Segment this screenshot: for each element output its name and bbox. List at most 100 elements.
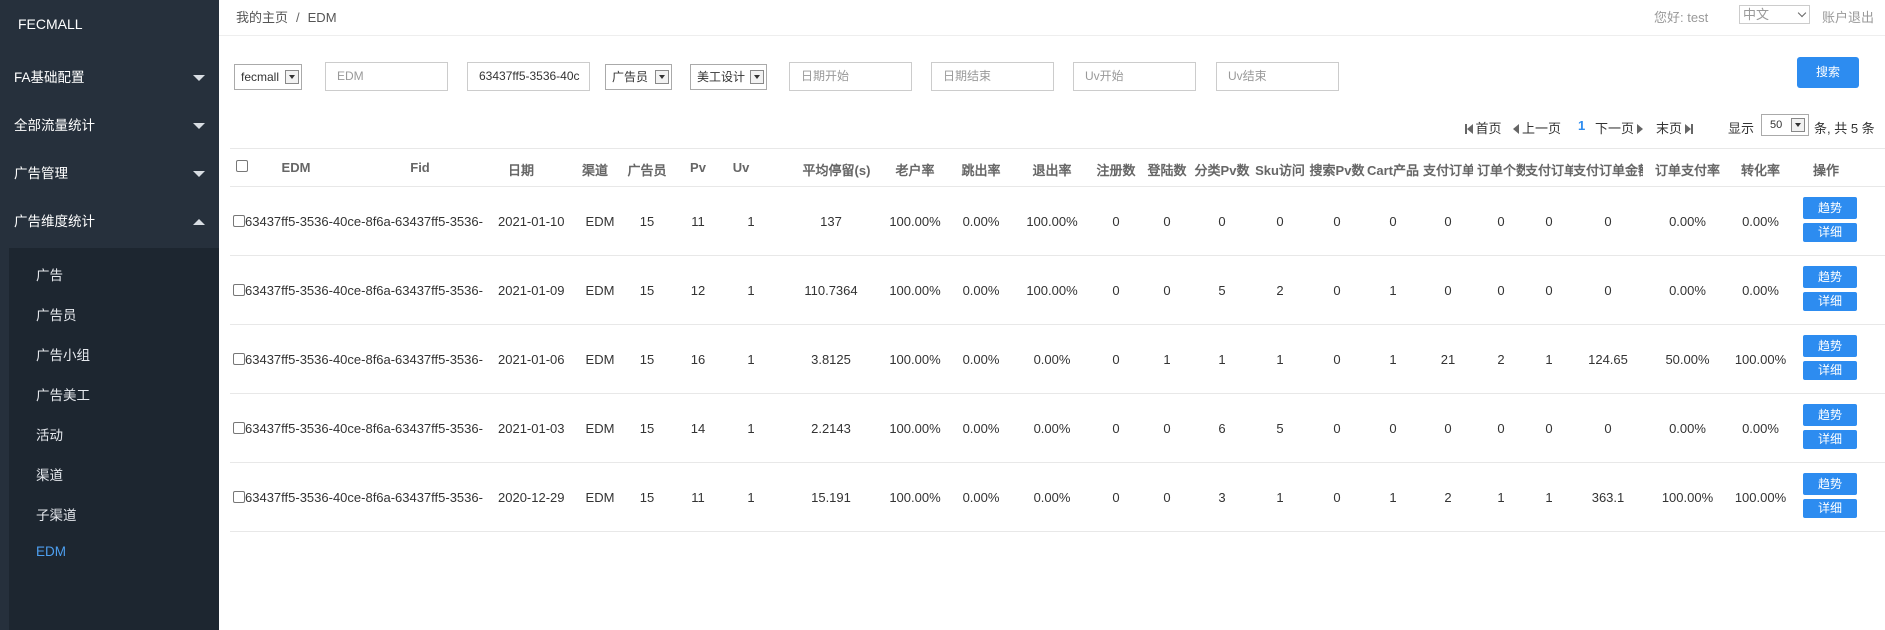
advertiser-select[interactable]: 广告员	[605, 64, 672, 90]
designer-select[interactable]: 美工设计	[690, 64, 767, 90]
row-checkbox[interactable]	[233, 491, 245, 503]
trend-button[interactable]: 趋势	[1803, 404, 1857, 426]
table-row: 63437ff5-3536-40ce-8f6a-9 63437ff5-3536- 2…	[230, 325, 1885, 394]
sidebar-item-advertiser[interactable]: 广告员	[36, 304, 77, 324]
date-start-input[interactable]: 日期开始	[789, 62, 912, 91]
cell-amount: 0	[1604, 214, 1612, 229]
cell-cart: 1	[1389, 490, 1397, 505]
sidebar-item-subchannel[interactable]: 子渠道	[36, 504, 77, 524]
cell-uv: 1	[747, 214, 755, 229]
page-size-select[interactable]: 50	[1761, 114, 1809, 136]
cell-old-rate: 100.00%	[889, 352, 941, 367]
column-header[interactable]: 搜索Pv数	[1309, 160, 1365, 179]
arrow-left-icon	[1513, 124, 1519, 134]
cell-amount: 363.1	[1591, 490, 1625, 505]
sidebar: FECMALL FA基础配置 全部流量统计 广告管理 广告维度统计 广告 广告员…	[0, 0, 219, 630]
date-end-input[interactable]: 日期结束	[931, 62, 1054, 91]
detail-button[interactable]: 详细	[1803, 361, 1857, 380]
cell-sku: 2	[1276, 283, 1284, 298]
fid-input[interactable]: 63437ff5-3536-40c	[467, 62, 590, 91]
cell-search-pv: 0	[1333, 214, 1341, 229]
trend-button[interactable]: 趋势	[1803, 335, 1857, 357]
column-header[interactable]: Sku访问	[1250, 160, 1310, 179]
menu-group-traffic-stats[interactable]: 全部流量统计	[0, 102, 219, 150]
column-header[interactable]: 平均停留(s)	[785, 160, 888, 179]
edm-input[interactable]: EDM	[325, 62, 448, 91]
cell-pv: 14	[690, 421, 706, 436]
cell-conv: 100.00%	[1734, 352, 1787, 367]
column-header[interactable]: 订单支付率	[1652, 160, 1723, 179]
column-header[interactable]: 支付订单金额	[1573, 160, 1643, 179]
uv-start-input[interactable]: Uv开始	[1073, 62, 1196, 91]
column-header[interactable]: 支付订单	[1423, 160, 1473, 179]
menu-group-ad-dimension-stats[interactable]: 广告维度统计	[0, 198, 219, 246]
site-select[interactable]: fecmall	[234, 64, 302, 90]
column-header[interactable]: Uv	[721, 160, 761, 175]
sidebar-item-edm[interactable]: EDM	[36, 544, 66, 559]
logout-link[interactable]: 账户退出	[1822, 7, 1874, 26]
cell-date: 2020-12-29	[498, 490, 565, 505]
column-header[interactable]: 订单个数	[1477, 160, 1525, 179]
menu-group-fa-config[interactable]: FA基础配置	[0, 54, 219, 102]
table-header-row: EDM Fid 日期 渠道 广告员 Pv Uv 平均停留(s) 老户率 跳出率 退出率 注册数 登陆数分…	[230, 148, 1885, 187]
column-header[interactable]: 注册数	[1089, 160, 1143, 179]
sidebar-item-channel[interactable]: 渠道	[36, 464, 63, 484]
cell-avg-stay: 15.191	[811, 490, 851, 505]
row-checkbox[interactable]	[233, 422, 245, 434]
cell-old-rate: 100.00%	[889, 490, 941, 505]
column-header[interactable]: Cart产品	[1364, 160, 1422, 179]
cell-conv: 100.00%	[1734, 490, 1787, 505]
sidebar-item-ad-designer[interactable]: 广告美工	[36, 384, 90, 404]
breadcrumb-home[interactable]: 我的主页	[236, 10, 288, 25]
column-header[interactable]: 分类Pv数	[1194, 160, 1250, 179]
row-checkbox[interactable]	[233, 353, 245, 365]
trend-button[interactable]: 趋势	[1803, 197, 1857, 219]
cell-edm: 63437ff5-3536-40ce-8f6a-9	[245, 490, 395, 505]
cell-advertiser: 15	[639, 490, 655, 505]
column-header[interactable]: 渠道	[575, 160, 615, 179]
first-page-label: 首页	[1475, 121, 1502, 136]
cell-amount: 124.65	[1588, 352, 1628, 367]
cell-advertiser: 15	[639, 283, 655, 298]
language-select[interactable]: 中文	[1739, 5, 1810, 24]
sidebar-item-ad-group[interactable]: 广告小组	[36, 344, 90, 364]
detail-button[interactable]: 详细	[1803, 499, 1857, 518]
column-header[interactable]: 广告员	[623, 160, 671, 179]
detail-button[interactable]: 详细	[1803, 430, 1857, 449]
cell-channel: EDM	[585, 352, 615, 367]
column-header[interactable]: Pv	[678, 160, 718, 175]
column-header[interactable]: 日期	[494, 160, 548, 179]
column-header[interactable]: 登陆数	[1142, 160, 1192, 179]
uv-end-input[interactable]: Uv结束	[1216, 62, 1339, 91]
trend-button[interactable]: 趋势	[1803, 473, 1857, 495]
cell-cat-pv: 6	[1218, 421, 1226, 436]
next-page-link[interactable]: 下一页	[1595, 118, 1644, 137]
search-button[interactable]: 搜索	[1797, 57, 1859, 88]
sidebar-item-ad[interactable]: 广告	[36, 264, 63, 284]
last-page-link[interactable]: 末页	[1656, 118, 1693, 137]
menu-group-ad-management[interactable]: 广告管理	[0, 150, 219, 198]
cell-uv: 1	[747, 283, 755, 298]
row-checkbox[interactable]	[233, 284, 245, 296]
cell-cart: 1	[1389, 283, 1397, 298]
menu-group-label: FA基础配置	[14, 70, 85, 85]
column-header[interactable]: 跳出率	[945, 160, 1017, 179]
row-checkbox[interactable]	[233, 215, 245, 227]
column-header[interactable]: 退出率	[1015, 160, 1089, 179]
column-header[interactable]: 支付订单	[1525, 160, 1573, 179]
current-page[interactable]: 1	[1578, 118, 1585, 133]
cell-exit: 0.00%	[1033, 352, 1071, 367]
cell-reg: 0	[1112, 490, 1120, 505]
trend-button[interactable]: 趋势	[1803, 266, 1857, 288]
cell-uv: 1	[747, 421, 755, 436]
first-page-link[interactable]: 首页	[1465, 118, 1502, 137]
column-header[interactable]: EDM	[246, 160, 346, 175]
column-header[interactable]: Fid	[380, 160, 460, 175]
site-select-value: fecmall	[241, 70, 280, 84]
detail-button[interactable]: 详细	[1803, 292, 1857, 311]
column-header[interactable]: 老户率	[880, 160, 950, 179]
column-header[interactable]: 转化率	[1733, 160, 1788, 179]
detail-button[interactable]: 详细	[1803, 223, 1857, 242]
sidebar-item-activity[interactable]: 活动	[36, 424, 63, 444]
prev-page-link[interactable]: 上一页	[1513, 118, 1561, 137]
